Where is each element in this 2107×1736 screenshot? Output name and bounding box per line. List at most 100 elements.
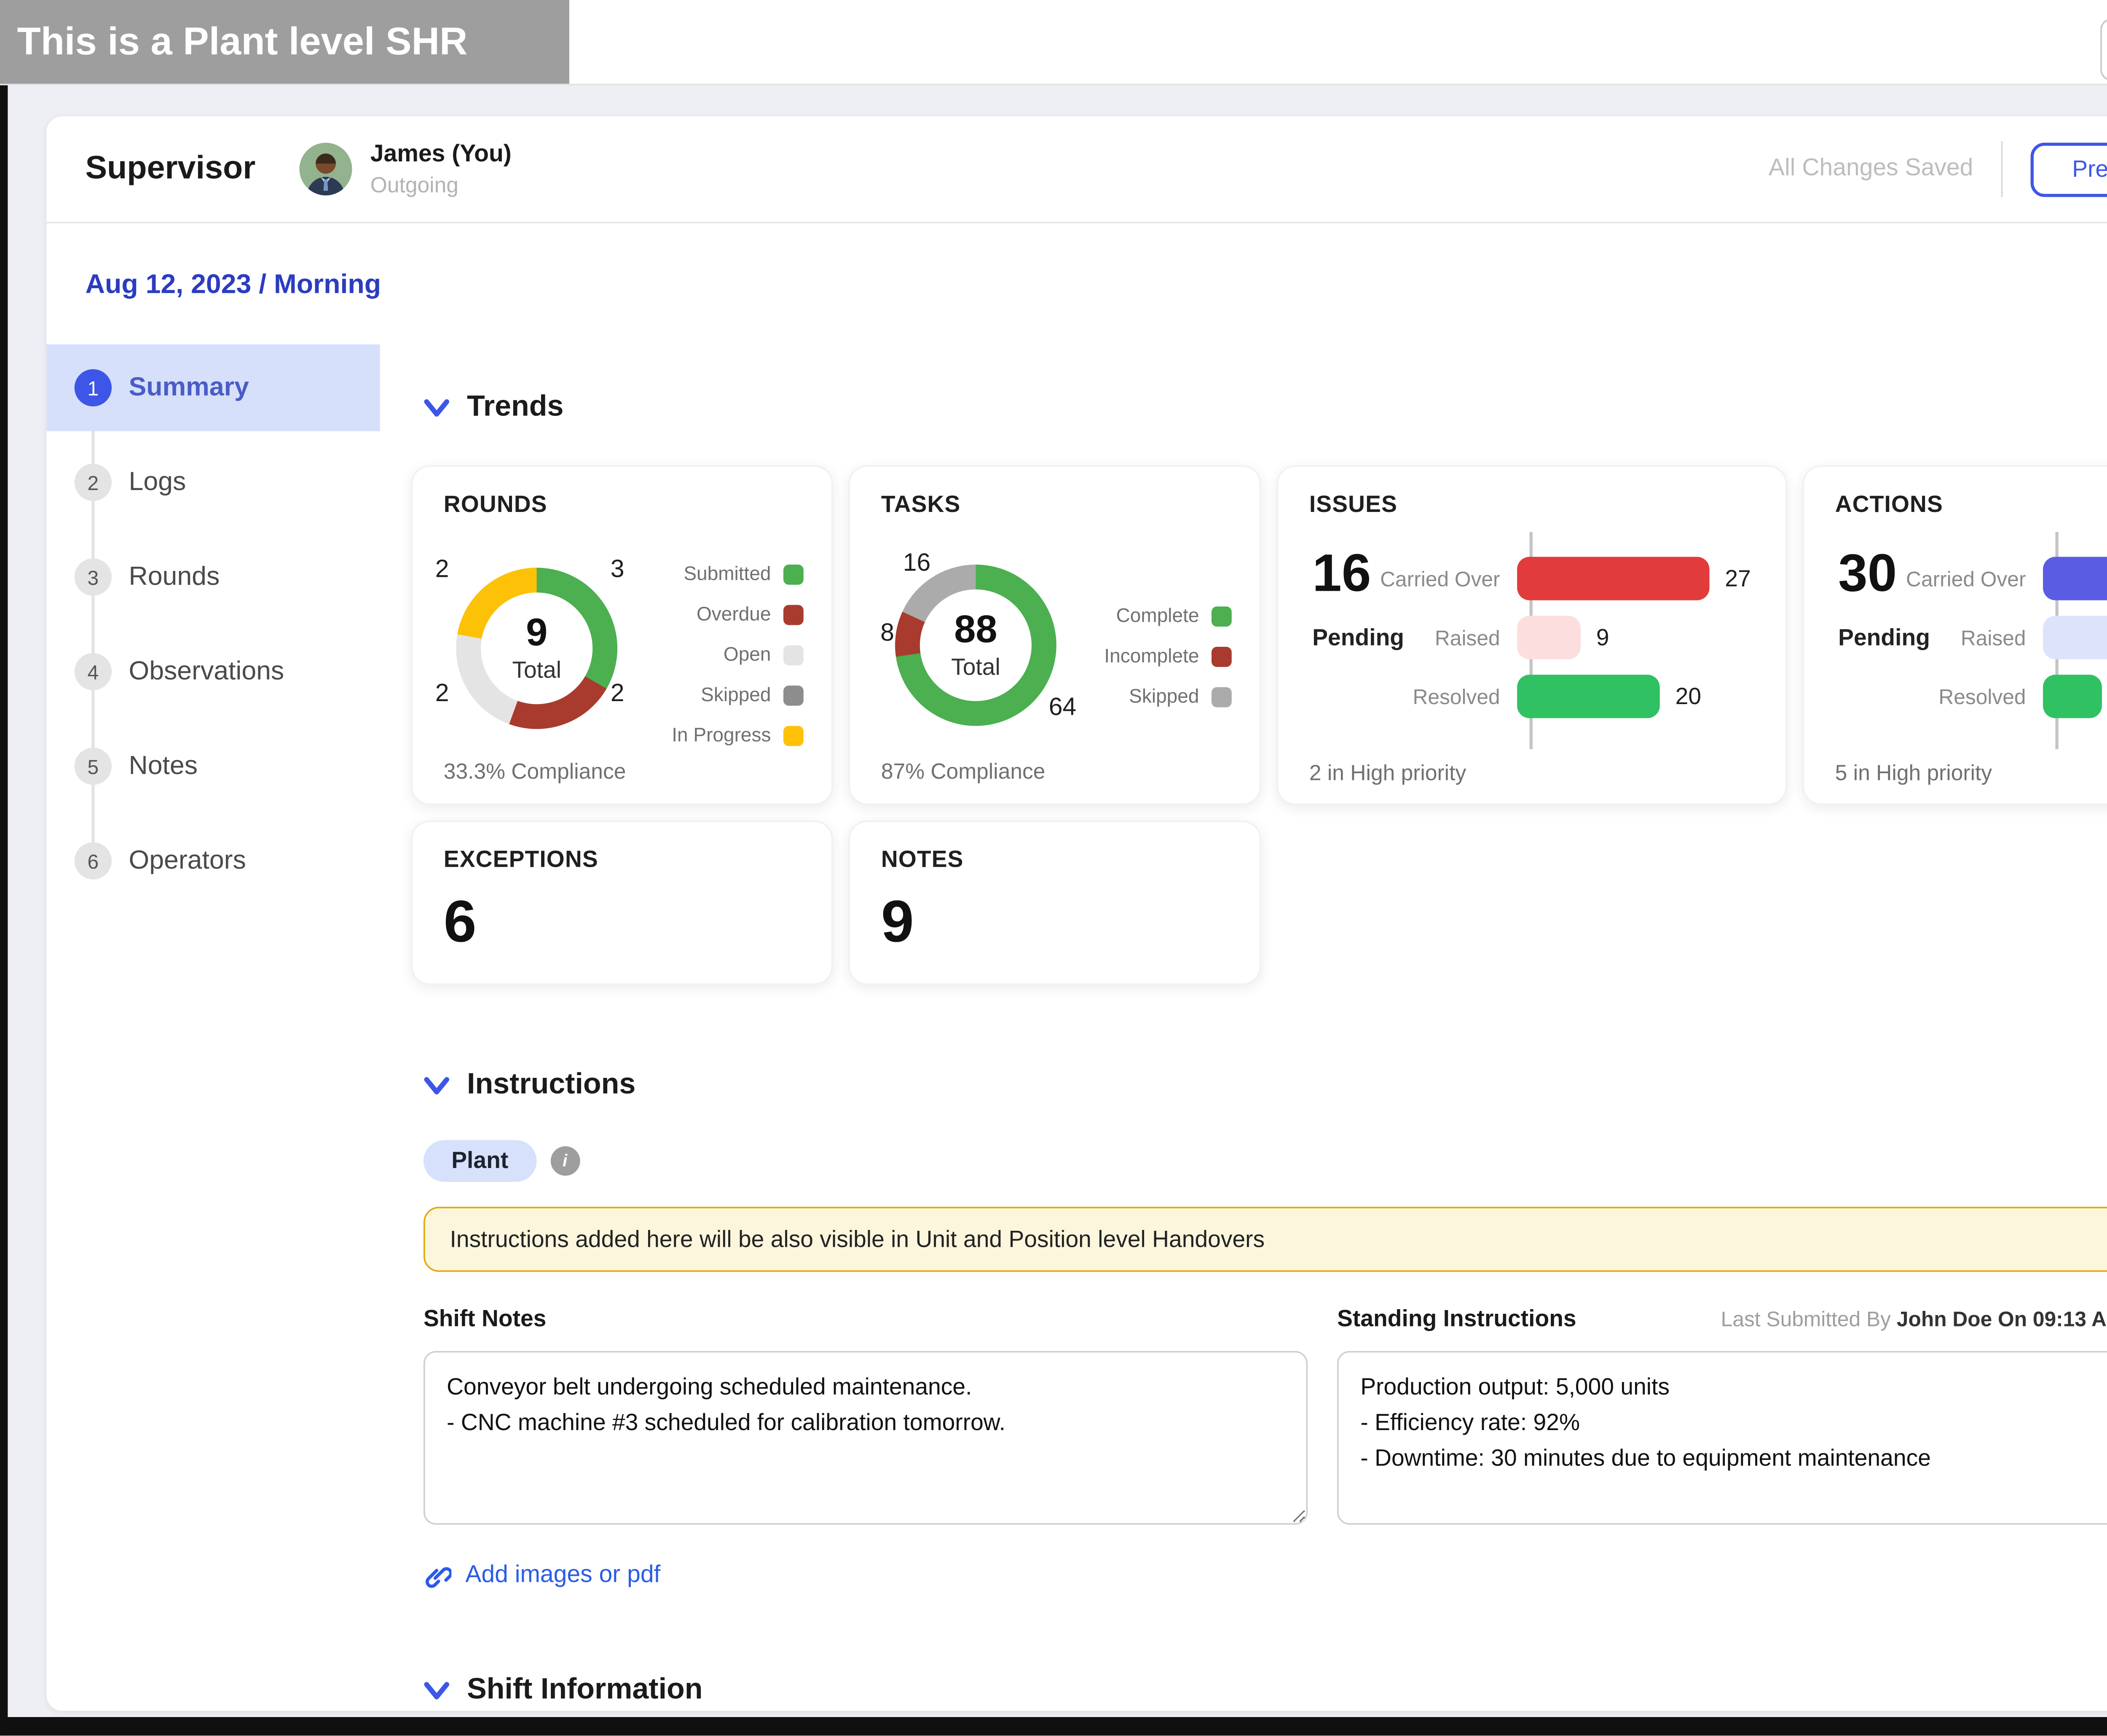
section-title: Trends [467,391,563,425]
legend-item: Submitted [672,554,804,594]
banner-text: Instructions added here will be also vis… [450,1226,1265,1253]
legend-item: Skipped [672,675,804,715]
carried-over-bar [1517,557,1709,600]
legend-swatch [1212,605,1232,626]
resolved-bar [2043,675,2102,718]
bar-row: Resolved20 [1278,675,1770,718]
shift-notes-input[interactable]: Conveyor belt undergoing scheduled maint… [424,1351,1308,1524]
rounds-donut-chart: 9 Total [456,568,617,729]
shift-date-selector[interactable]: Aug 12, 2023 / Morning [85,268,381,300]
segment-value: 8 [867,620,908,648]
legend-swatch [783,725,804,745]
step-number: 6 [75,842,112,879]
card-title: ACTIONS [1835,492,1943,518]
info-icon[interactable]: i [550,1146,580,1176]
sidebar-item-label: Logs [129,467,186,498]
step-number: 5 [75,747,112,785]
previous-button[interactable]: Previous [2031,142,2107,196]
level-tag[interactable]: Plant [424,1140,536,1182]
window-edge [0,1717,2107,1736]
sidebar-item-notes[interactable]: 5 Notes [46,723,380,809]
legend-item: Incomplete [1104,636,1231,676]
tasks-trend-card: TASKS 88 Total 16 8 64 Complete Inc [849,465,1261,805]
exceptions-card: EXCEPTIONS 6 [411,820,833,985]
view-pdf-button[interactable]: PDF View [2100,19,2107,80]
compliance-note: 87% Compliance [881,758,1045,783]
user-status: Outgoing [370,172,512,197]
bar-row: Carried Over27 [1278,557,1770,600]
app-window: This is a Plant level SHR PDF View Super… [0,0,2107,1736]
legend-item: Open [672,635,804,675]
tasks-legend: Complete Incomplete Skipped [1104,596,1231,717]
carried-over-bar [2043,557,2107,600]
debug-title-banner: This is a Plant level SHR [0,0,569,84]
legend-swatch [783,645,804,665]
sidebar-item-logs[interactable]: 2 Logs [46,439,380,526]
sidebar-item-label: Rounds [129,562,220,593]
section-title: Instructions [467,1069,635,1103]
legend-swatch [783,564,804,584]
instructions-section-header[interactable]: Instructions [424,1069,2107,1103]
legend-swatch [1212,646,1232,666]
card-title: TASKS [881,492,961,518]
sidebar-item-operators[interactable]: 6 Operators [46,817,380,904]
visibility-banner: Instructions added here will be also vis… [424,1207,2107,1272]
exceptions-count: 6 [444,890,477,957]
bar-row: Carried Over14 [1804,557,2107,600]
segment-value: 2 [597,681,638,709]
segment-value: 2 [422,681,462,709]
handover-panel: Supervisor James (You) Outgoing All Chan… [46,116,2107,1711]
raised-bar [2043,616,2107,659]
issues-trend-card: ISSUES 16 Pending Carried Over27 Raised9… [1277,465,1787,805]
legend-item: Skipped [1104,676,1231,717]
role-title: Supervisor [85,150,255,188]
trends-section-header[interactable]: Trends [424,391,2107,425]
rounds-legend: Submitted Overdue Open Skipped In Progre… [672,554,804,755]
donut-total-label: Total [951,654,1000,680]
user-block: James (You) Outgoing [370,141,512,197]
sidebar-item-label: Summary [129,372,249,403]
chevron-down-icon [424,398,450,418]
sidebar-item-rounds[interactable]: 3 Rounds [46,533,380,620]
shift-information-section-header[interactable]: Shift Information [424,1674,2107,1708]
priority-note: 2 in High priority [1309,760,1466,785]
panel-header: Supervisor James (You) Outgoing All Chan… [46,116,2107,222]
add-attachment-link[interactable]: Add images or pdf [424,1562,2107,1590]
standing-instructions-label: Standing Instructions [1337,1306,1576,1333]
sidebar-item-label: Notes [129,751,198,782]
bar-row: Raised9 [1278,616,1770,659]
actions-trend-card: ACTIONS 30 Pending Carried Over14 Raised… [1802,465,2107,805]
shift-notes-label: Shift Notes [424,1306,546,1333]
card-title: ROUNDS [444,492,547,518]
bar-row: Resolved7 [1804,675,2107,718]
stepper-sidebar: 1 Summary 2 Logs 3 Rounds 4 Observations… [46,344,380,912]
sidebar-item-label: Operators [129,845,246,876]
step-number: 4 [75,653,112,690]
segment-value: 64 [1043,695,1083,723]
divider [2001,141,2003,197]
save-status: All Changes Saved [1769,155,1973,183]
segment-value: 2 [422,557,462,585]
sidebar-item-observations[interactable]: 4 Observations [46,628,380,715]
legend-item: Overdue [672,594,804,635]
avatar [299,143,351,196]
sidebar-item-summary[interactable]: 1 Summary [46,344,380,431]
legend-swatch [1212,686,1232,707]
last-submitted-meta: Last Submitted By John Doe On 09:13 AM [1721,1307,2107,1331]
step-number: 2 [75,464,112,501]
sidebar-item-label: Observations [129,656,284,687]
segment-value: 16 [897,551,937,579]
raised-bar [1517,616,1581,659]
chevron-down-icon [424,1680,450,1701]
date-row: Aug 12, 2023 / Morning [46,223,2107,344]
top-bar: This is a Plant level SHR PDF View [0,0,2107,85]
priority-note: 5 in High priority [1835,760,1992,785]
compliance-note: 33.3% Compliance [444,758,626,783]
card-title: ISSUES [1309,492,1397,518]
section-title: Shift Information [467,1674,702,1708]
legend-swatch [783,685,804,705]
notes-card: NOTES 9 [849,820,1261,985]
donut-total: 88 [954,611,997,649]
step-number: 3 [75,558,112,595]
legend-item: Complete [1104,596,1231,636]
